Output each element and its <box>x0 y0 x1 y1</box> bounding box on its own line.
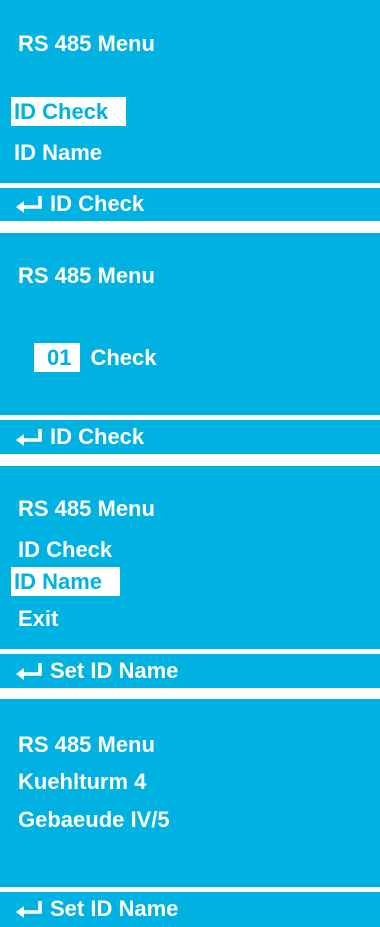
footer-action[interactable]: ID Check <box>14 424 144 450</box>
footer-label: ID Check <box>50 424 145 449</box>
footer-label: Set ID Name <box>50 896 179 921</box>
id-value-row: 01 Check <box>34 343 157 372</box>
menu-item-label-selected: ID Name <box>11 567 121 596</box>
screen-title: RS 485 Menu <box>18 263 155 288</box>
footer-label: Set ID Name <box>50 658 179 683</box>
menu-item-id-check[interactable]: ID Check <box>11 97 127 126</box>
screen-2-display: RS 485 Menu 01 Check <box>0 233 380 415</box>
screen-title: RS 485 Menu <box>18 496 155 521</box>
enter-return-icon <box>16 196 42 213</box>
id-value-field[interactable]: 01 <box>34 343 81 372</box>
menu-item-id-name[interactable]: ID Name <box>11 567 121 596</box>
footer-label: ID Check <box>50 191 145 216</box>
screen-2-footer: ID Check <box>0 420 380 454</box>
enter-return-icon <box>16 663 42 680</box>
id-check-label: Check <box>90 345 157 370</box>
screen-title: RS 485 Menu <box>18 31 155 56</box>
screen-1-display: RS 485 Menu ID Check ID Name <box>0 0 380 183</box>
enter-return-icon <box>16 429 42 446</box>
menu-item-id-name[interactable]: ID Name <box>14 140 102 166</box>
menu-item-label-selected: ID Check <box>11 97 127 126</box>
id-name-line-2: Gebaeude IV/5 <box>18 807 170 832</box>
screen-4-display: RS 485 Menu Kuehlturm 4 Gebaeude IV/5 <box>0 699 380 887</box>
footer-action[interactable]: ID Check <box>14 191 144 217</box>
screen-1-footer: ID Check <box>0 188 380 221</box>
menu-item-id-check[interactable]: ID Check <box>18 537 112 563</box>
screen-3-display: RS 485 Menu ID Check ID Name Exit <box>0 466 380 649</box>
menu-item-exit[interactable]: Exit <box>18 606 58 632</box>
footer-action[interactable]: Set ID Name <box>14 658 178 684</box>
id-name-line-1: Kuehlturm 4 <box>18 769 147 794</box>
screen-title: RS 485 Menu <box>18 732 155 757</box>
footer-action[interactable]: Set ID Name <box>14 896 178 922</box>
screen-3-footer: Set ID Name <box>0 654 380 688</box>
screen-4-footer: Set ID Name <box>0 892 380 927</box>
enter-return-icon <box>16 901 42 918</box>
